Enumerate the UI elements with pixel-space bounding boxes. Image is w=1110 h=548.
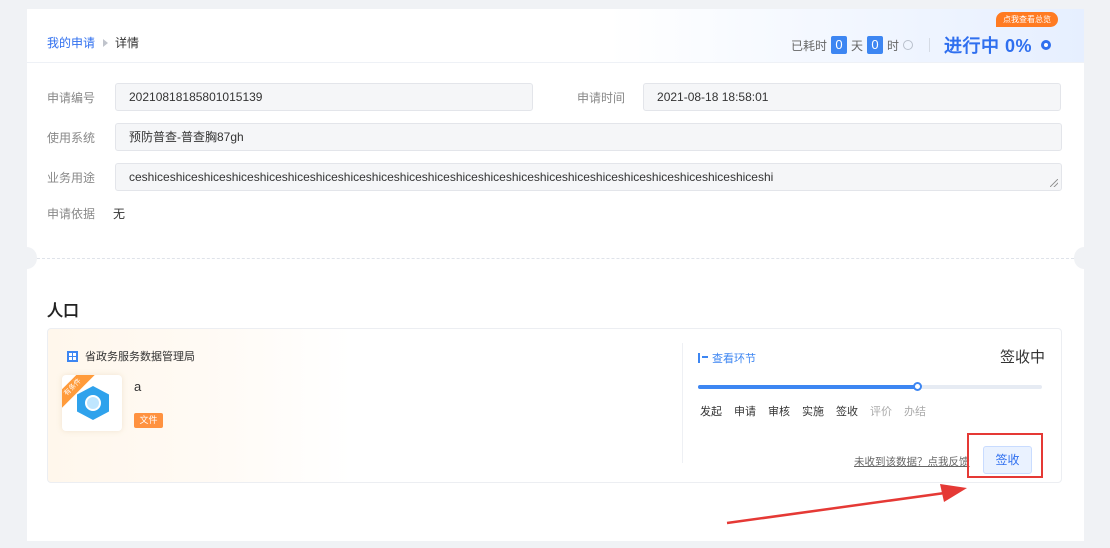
breadcrumb-current: 详情 [115,36,140,50]
timer-hour-unit: 时 [887,38,900,53]
dashed-separator [37,258,1074,259]
header-bar: 我的申请 详情 已耗时 0 天 0 时 进行中 0% 点我查看总览 [27,9,1084,63]
resource-thumbnail: 有条件 [62,375,122,431]
help-icon[interactable] [903,40,914,50]
divider [929,38,931,52]
resource-state: 签收中 [1000,349,1046,366]
step-3: 审核 [768,406,790,418]
progress-track [698,382,1042,391]
system-field: 预防普查-普查胸87gh [115,123,1062,151]
apply-no-field: 20210818185801015139 [115,83,533,111]
timer-hours: 0 [867,36,884,54]
apply-time-label: 申请时间 [577,90,626,105]
progress-fill [698,385,919,389]
overview-toggle-icon[interactable] [1041,40,1052,50]
resource-card: 省政务服务数据管理局 有条件 a 文件 查看环节 签收中 发起 申请 审核 实施 签收评… [47,328,1062,483]
step-2: 申请 [734,406,756,418]
detail-card: 我的申请 详情 已耗时 0 天 0 时 进行中 0% 点我查看总览 申请编号 2… [17,9,1094,541]
view-steps-label: 查看环节 [712,353,756,365]
apply-no-label: 申请编号 [47,90,96,105]
step-1: 发起 [700,406,722,418]
timer-days: 0 [831,36,848,54]
breadcrumb-my-applications-link[interactable]: 我的申请 [47,34,95,51]
row-basis: 申请依据 无 [47,205,125,222]
building-icon [67,350,78,362]
breadcrumb-separator-icon [103,38,109,47]
flow-icon [698,353,708,363]
apply-time-field: 2021-08-18 18:58:01 [643,83,1062,111]
row-apply-no: 申请编号 20210818185801015139 申请时间 2021-08-1… [47,83,1062,111]
system-label: 使用系统 [47,130,96,145]
resource-name[interactable]: a [134,379,141,394]
purpose-text: ceshiceshiceshiceshiceshiceshiceshiceshi… [129,170,774,184]
step-5: 签收 [836,406,858,418]
purpose-textarea: ceshiceshiceshiceshiceshiceshiceshiceshi… [115,163,1062,191]
elapsed-timer: 已耗时 0 天 0 时 进行中 0% [791,32,1052,58]
org-name: 省政务服务数据管理局 [85,351,195,363]
section-title: 人口 [47,301,80,320]
feedback-link[interactable]: 未收到该数据？点我反馈 [854,454,970,469]
vertical-divider [682,343,683,463]
timer-prefix: 已耗时 [791,38,828,53]
step-4: 实施 [802,406,824,418]
basis-label: 申请依据 [47,207,96,221]
hexagon-icon [77,386,109,420]
progress-knob [913,382,923,391]
org-row: 省政务服务数据管理局 [67,348,195,364]
file-tag: 文件 [134,413,163,428]
breadcrumb: 我的申请 详情 [47,34,139,51]
timer-day-unit: 天 [851,38,864,53]
resize-handle-icon[interactable] [1050,179,1058,187]
progress-status: 进行中 0% [944,36,1033,56]
view-steps-link[interactable]: 查看环节 [698,350,756,366]
overview-badge[interactable]: 点我查看总览 [996,12,1058,27]
row-purpose: 业务用途 ceshiceshiceshiceshiceshiceshiceshi… [47,163,1062,191]
notch-right [1074,247,1094,269]
step-7: 办结 [904,406,926,418]
annotation-highlight-box [967,433,1043,478]
step-6: 评价 [870,406,892,418]
basis-value: 无 [113,207,126,221]
purpose-label: 业务用途 [47,170,96,185]
notch-left [17,247,37,269]
row-system: 使用系统 预防普查-普查胸87gh [47,123,1062,151]
